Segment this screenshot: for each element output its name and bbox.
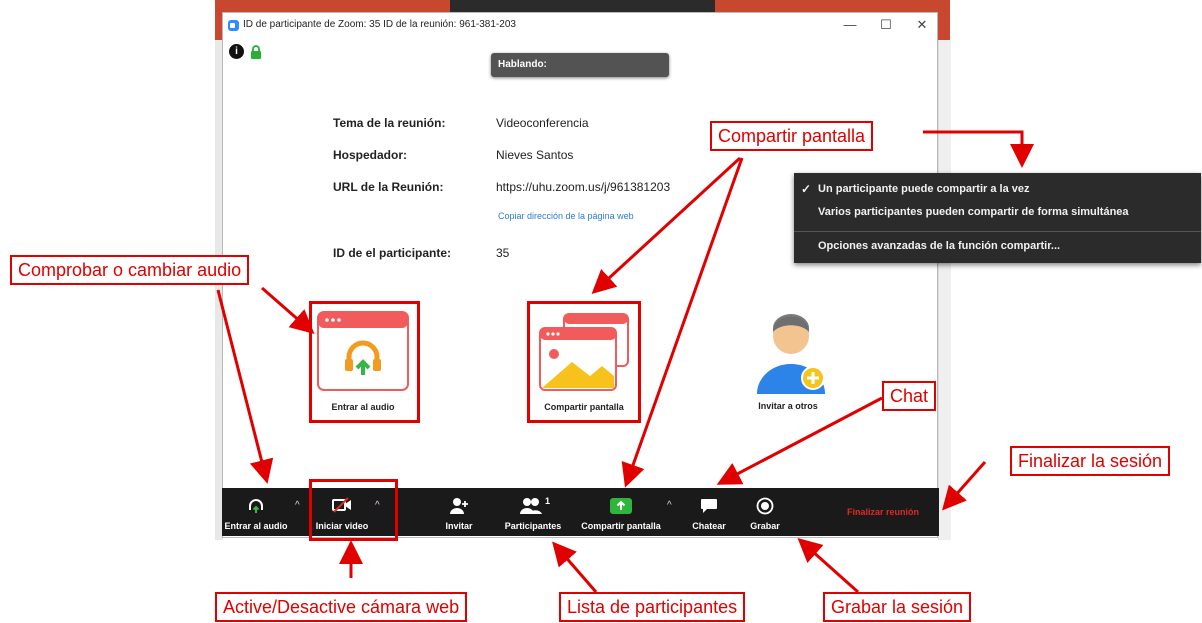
chat-label: Chatear bbox=[692, 521, 726, 531]
minimize-button[interactable]: — bbox=[839, 16, 861, 34]
window-title: ID de participante de Zoom: 35 ID de la … bbox=[243, 19, 516, 30]
share-screen-label: Compartir pantalla bbox=[581, 521, 661, 531]
host-label: Hospedador: bbox=[333, 148, 408, 162]
end-meeting-button[interactable]: Finalizar reunión bbox=[847, 507, 919, 517]
highlight-join-audio bbox=[309, 301, 420, 423]
maximize-button[interactable]: ☐ bbox=[875, 16, 897, 34]
callout-record-session: Grabar la sesión bbox=[823, 592, 972, 622]
participants-count: 1 bbox=[545, 496, 551, 506]
audio-options-caret[interactable]: ^ bbox=[295, 500, 300, 511]
invite-others-tile-label: Invitar a otros bbox=[758, 401, 818, 411]
invite-button[interactable]: Invitar bbox=[437, 488, 481, 536]
participant-id-value: 35 bbox=[496, 246, 510, 260]
join-audio-label: Entrar al audio bbox=[224, 521, 288, 531]
share-screen-icon bbox=[610, 498, 632, 514]
callout-end-session: Finalizar la sesión bbox=[1010, 446, 1171, 476]
invite-label: Invitar bbox=[445, 521, 473, 531]
topic-value: Videoconferencia bbox=[496, 116, 589, 130]
highlight-start-video bbox=[309, 479, 398, 541]
record-icon bbox=[756, 497, 774, 515]
add-user-icon bbox=[450, 498, 468, 514]
record-button[interactable]: Grabar bbox=[745, 488, 785, 536]
invite-others-tile[interactable]: Invitar a otros bbox=[733, 308, 843, 418]
menu-item-one-participant[interactable]: Un participante puede compartir a la vez bbox=[818, 183, 1030, 195]
chat-button[interactable]: Chatear bbox=[687, 488, 731, 536]
meeting-info-icon[interactable]: i bbox=[229, 44, 244, 59]
checkmark-icon: ✓ bbox=[801, 182, 812, 196]
speaking-indicator: Hablando: bbox=[491, 53, 669, 77]
participants-icon bbox=[520, 498, 542, 514]
participant-id-label: ID de el participante: bbox=[333, 246, 452, 260]
topic-label: Tema de la reunión: bbox=[333, 116, 446, 130]
host-value: Nieves Santos bbox=[496, 148, 574, 162]
url-value: https://uhu.zoom.us/j/961381203 bbox=[496, 180, 671, 194]
desktop-background-right bbox=[938, 40, 951, 540]
copy-url-link[interactable]: Copiar dirección de la página web bbox=[498, 211, 634, 221]
record-label: Grabar bbox=[750, 521, 780, 531]
zoom-app-icon bbox=[228, 20, 239, 31]
menu-separator bbox=[794, 231, 1201, 232]
callout-camera: Active/Desactive cámara web bbox=[215, 592, 468, 622]
invite-person-icon bbox=[757, 314, 825, 394]
menu-item-advanced-options[interactable]: Opciones avanzadas de la función compart… bbox=[818, 240, 1060, 252]
share-options-menu: ✓ Un participante puede compartir a la v… bbox=[794, 173, 1201, 263]
callout-share-screen: Compartir pantalla bbox=[710, 121, 874, 151]
url-label: URL de la Reunión: bbox=[333, 180, 444, 194]
close-button[interactable]: ✕ bbox=[911, 16, 933, 34]
headphones-icon bbox=[249, 499, 263, 513]
highlight-share-screen bbox=[527, 301, 641, 423]
zoom-meeting-window: ID de participante de Zoom: 35 ID de la … bbox=[222, 12, 938, 538]
share-screen-button[interactable]: Compartir pantalla bbox=[578, 488, 664, 536]
encryption-lock-icon[interactable] bbox=[250, 45, 262, 59]
callout-chat: Chat bbox=[882, 381, 937, 411]
callout-participants-list: Lista de participantes bbox=[559, 592, 746, 622]
window-titlebar: ID de participante de Zoom: 35 ID de la … bbox=[223, 13, 937, 39]
share-options-caret[interactable]: ^ bbox=[667, 500, 672, 511]
menu-item-multiple-participants[interactable]: Varios participantes pueden compartir de… bbox=[818, 206, 1129, 218]
desktop-dark-band bbox=[450, 0, 715, 12]
participants-label: Participantes bbox=[504, 521, 562, 531]
chat-icon bbox=[701, 499, 717, 513]
join-audio-button[interactable]: Entrar al audio bbox=[222, 488, 290, 536]
callout-audio: Comprobar o cambiar audio bbox=[10, 255, 250, 285]
participants-button[interactable]: 1 Participantes bbox=[502, 488, 564, 536]
